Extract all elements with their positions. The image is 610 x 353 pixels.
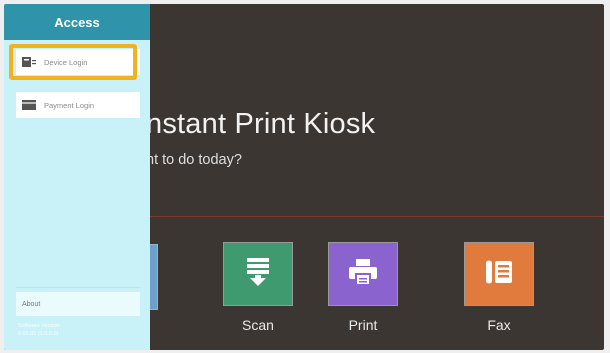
scan-tile[interactable] [223, 242, 293, 306]
about-item[interactable]: About [16, 292, 140, 316]
fax-label: Fax [487, 317, 511, 333]
fax-tile[interactable] [464, 242, 534, 306]
payment-login-item[interactable]: Payment Login [16, 92, 140, 118]
about-label: About [22, 300, 41, 308]
scan-label: Scan [242, 317, 274, 333]
panel-separator [16, 287, 140, 288]
version-info: Software Version 0.01.01 (1.0.0.0) [18, 322, 138, 338]
print-tile[interactable] [328, 242, 398, 306]
access-panel: Access Device Login Payment Login About … [4, 4, 150, 350]
kiosk-screen: nstant Print Kiosk nt to do today? Scan [4, 4, 604, 350]
kiosk-title: nstant Print Kiosk [146, 108, 376, 140]
print-label: Print [348, 317, 378, 333]
kiosk-subtitle: nt to do today? [146, 152, 242, 168]
divider [144, 216, 604, 217]
scan-icon [245, 257, 271, 292]
version-line: Software Version [18, 323, 60, 329]
fax-icon [484, 258, 514, 291]
panel-header: Access [4, 4, 150, 40]
version-line: 0.01.01 (1.0.0.0) [18, 331, 59, 337]
payment-login-label: Payment Login [44, 100, 95, 110]
selection-highlight [9, 44, 137, 80]
printer-icon [348, 258, 378, 291]
payment-card-icon [22, 100, 36, 110]
